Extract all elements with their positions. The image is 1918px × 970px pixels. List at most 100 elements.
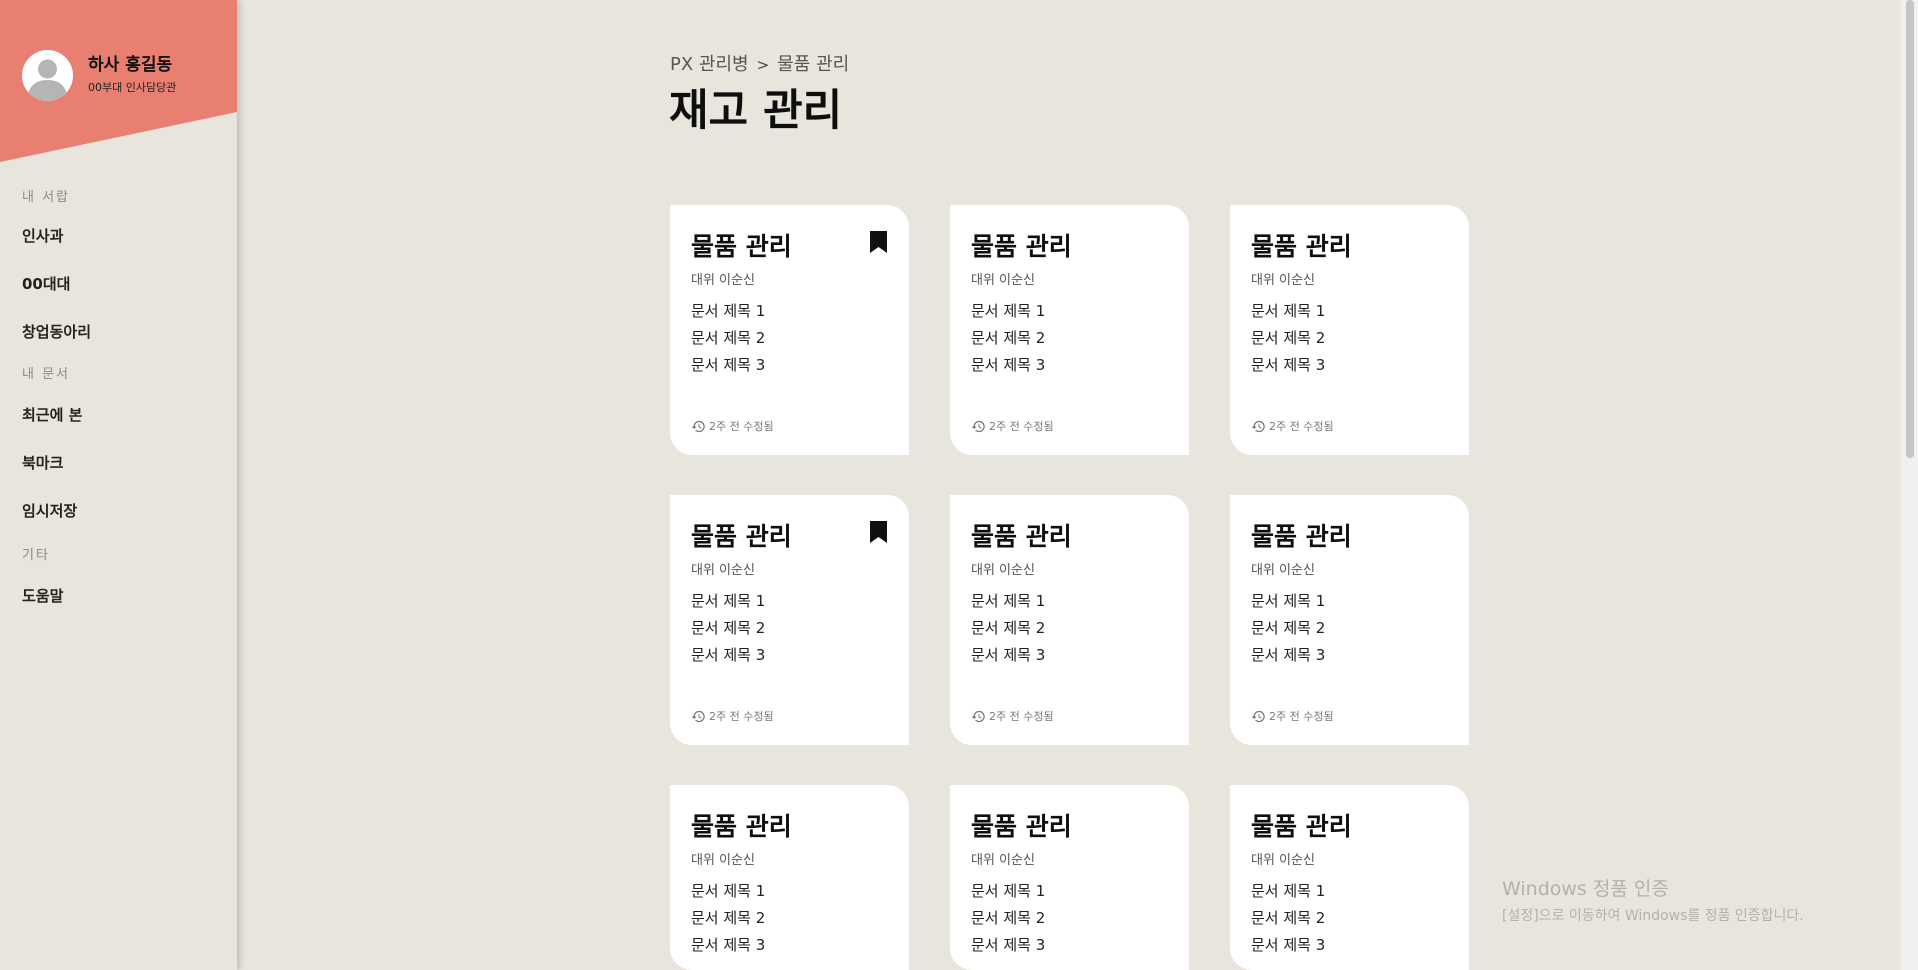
doc-link[interactable]: 문서 제목 2 [691, 615, 888, 642]
avatar[interactable] [22, 50, 73, 101]
doc-link[interactable]: 문서 제목 3 [1251, 642, 1448, 669]
card-title: 물품 관리 [1251, 232, 1352, 261]
doc-link[interactable]: 문서 제목 2 [691, 325, 888, 352]
doc-link[interactable]: 문서 제목 3 [1251, 932, 1448, 959]
bookmark-icon[interactable] [870, 231, 887, 253]
doc-link[interactable]: 문서 제목 2 [971, 905, 1168, 932]
sidebar-item-label: 인사과 [22, 227, 64, 245]
card-author: 대위 이순신 [691, 273, 755, 288]
doc-link[interactable]: 문서 제목 3 [691, 642, 888, 669]
sidebar-nav: 내 서랍 인사과 00대대 창업동아리 내 문서 최근에 본 북마크 임시저장 … [22, 186, 237, 634]
card-doc-list: 문서 제목 1 문서 제목 2 문서 제목 3 [1251, 878, 1448, 959]
doc-link[interactable]: 문서 제목 2 [1251, 615, 1448, 642]
doc-link[interactable]: 문서 제목 3 [971, 642, 1168, 669]
sidebar-item-label: 최근에 본 [22, 406, 83, 424]
card-author: 대위 이순신 [1251, 853, 1315, 868]
breadcrumb-parent[interactable]: PX 관리병 [670, 54, 749, 75]
card-modified: 2주 전 수정됨 [691, 708, 774, 724]
doc-link[interactable]: 문서 제목 2 [1251, 905, 1448, 932]
nav-section-title: 내 문서 [22, 367, 71, 382]
sidebar-item-label: 창업동아리 [22, 323, 92, 341]
card-title: 물품 관리 [691, 522, 792, 551]
card-author: 대위 이순신 [971, 273, 1035, 288]
history-icon [971, 420, 985, 432]
windows-activation-watermark: Windows 정품 인증 [설정]으로 이동하여 Windows를 정품 인증… [1502, 874, 1804, 925]
doc-link[interactable]: 문서 제목 2 [971, 325, 1168, 352]
doc-link[interactable]: 문서 제목 3 [971, 932, 1168, 959]
folder-card[interactable]: 물품 관리 대위 이순신 문서 제목 1 문서 제목 2 문서 제목 3 2주 … [670, 205, 909, 455]
card-modified-text: 2주 전 수정됨 [709, 710, 774, 723]
doc-link[interactable]: 문서 제목 1 [691, 878, 888, 905]
card-title: 물품 관리 [691, 812, 792, 841]
sidebar-item-help[interactable]: 도움말 [22, 586, 237, 634]
card-modified-text: 2주 전 수정됨 [1269, 420, 1334, 433]
folder-card[interactable]: 물품 관리 대위 이순신 문서 제목 1 문서 제목 2 문서 제목 3 [670, 785, 909, 970]
page-title: 재고 관리 [669, 86, 843, 136]
folder-card[interactable]: 물품 관리 대위 이순신 문서 제목 1 문서 제목 2 문서 제목 3 2주 … [670, 495, 909, 745]
sidebar-item-drafts[interactable]: 임시저장 [22, 501, 237, 544]
card-modified-text: 2주 전 수정됨 [989, 420, 1054, 433]
doc-link[interactable]: 문서 제목 3 [971, 352, 1168, 379]
doc-link[interactable]: 문서 제목 1 [971, 878, 1168, 905]
sidebar-item-label: 00대대 [22, 275, 71, 293]
sidebar-item-label: 도움말 [22, 587, 64, 605]
sidebar-item-recent[interactable]: 최근에 본 [22, 405, 237, 453]
history-icon [691, 710, 705, 722]
card-doc-list: 문서 제목 1 문서 제목 2 문서 제목 3 [691, 588, 888, 669]
history-icon [691, 420, 705, 432]
card-author: 대위 이순신 [1251, 563, 1315, 578]
card-doc-list: 문서 제목 1 문서 제목 2 문서 제목 3 [691, 298, 888, 379]
nav-section-title: 내 서랍 [22, 190, 71, 205]
doc-link[interactable]: 문서 제목 1 [691, 588, 888, 615]
history-icon [1251, 710, 1265, 722]
sidebar-item-bookmarks[interactable]: 북마크 [22, 453, 237, 501]
card-doc-list: 문서 제목 1 문서 제목 2 문서 제목 3 [971, 878, 1168, 959]
card-modified-text: 2주 전 수정됨 [1269, 710, 1334, 723]
breadcrumb-current[interactable]: 물품 관리 [777, 54, 849, 75]
folder-card[interactable]: 물품 관리 대위 이순신 문서 제목 1 문서 제목 2 문서 제목 3 2주 … [950, 205, 1189, 455]
card-author: 대위 이순신 [971, 853, 1035, 868]
card-modified: 2주 전 수정됨 [971, 418, 1054, 434]
history-icon [1251, 420, 1265, 432]
card-author: 대위 이순신 [691, 563, 755, 578]
scrollbar-thumb[interactable] [1906, 0, 1914, 458]
breadcrumb: PX 관리병 > 물품 관리 [670, 50, 849, 76]
doc-link[interactable]: 문서 제목 1 [691, 298, 888, 325]
doc-link[interactable]: 문서 제목 2 [971, 615, 1168, 642]
card-modified: 2주 전 수정됨 [691, 418, 774, 434]
page-scrollbar[interactable] [1901, 0, 1918, 970]
breadcrumb-separator: > [756, 56, 770, 74]
card-author: 대위 이순신 [971, 563, 1035, 578]
doc-link[interactable]: 문서 제목 1 [1251, 878, 1448, 905]
card-doc-list: 문서 제목 1 문서 제목 2 문서 제목 3 [971, 298, 1168, 379]
card-title: 물품 관리 [1251, 522, 1352, 551]
sidebar-item-personnel[interactable]: 인사과 [22, 226, 237, 274]
card-modified-text: 2주 전 수정됨 [989, 710, 1054, 723]
doc-link[interactable]: 문서 제목 1 [971, 588, 1168, 615]
sidebar-item-battalion[interactable]: 00대대 [22, 274, 237, 322]
card-doc-list: 문서 제목 1 문서 제목 2 문서 제목 3 [971, 588, 1168, 669]
sidebar-item-label: 북마크 [22, 454, 64, 472]
doc-link[interactable]: 문서 제목 2 [1251, 325, 1448, 352]
folder-card[interactable]: 물품 관리 대위 이순신 문서 제목 1 문서 제목 2 문서 제목 3 2주 … [1230, 205, 1469, 455]
sidebar-item-startup-club[interactable]: 창업동아리 [22, 322, 237, 363]
card-doc-list: 문서 제목 1 문서 제목 2 문서 제목 3 [691, 878, 888, 959]
sidebar-item-label: 임시저장 [22, 502, 78, 520]
folder-card[interactable]: 물품 관리 대위 이순신 문서 제목 1 문서 제목 2 문서 제목 3 2주 … [950, 495, 1189, 745]
doc-link[interactable]: 문서 제목 1 [1251, 298, 1448, 325]
card-modified-text: 2주 전 수정됨 [709, 420, 774, 433]
watermark-title: Windows 정품 인증 [1502, 878, 1669, 900]
folder-card[interactable]: 물품 관리 대위 이순신 문서 제목 1 문서 제목 2 문서 제목 3 2주 … [1230, 495, 1469, 745]
doc-link[interactable]: 문서 제목 1 [971, 298, 1168, 325]
doc-link[interactable]: 문서 제목 3 [1251, 352, 1448, 379]
card-title: 물품 관리 [971, 232, 1072, 261]
folder-card[interactable]: 물품 관리 대위 이순신 문서 제목 1 문서 제목 2 문서 제목 3 [950, 785, 1189, 970]
sidebar: 하사 홍길동 00부대 인사담당관 내 서랍 인사과 00대대 창업동아리 내 … [0, 0, 237, 970]
folder-card[interactable]: 물품 관리 대위 이순신 문서 제목 1 문서 제목 2 문서 제목 3 [1230, 785, 1469, 970]
bookmark-icon[interactable] [870, 521, 887, 543]
doc-link[interactable]: 문서 제목 3 [691, 352, 888, 379]
doc-link[interactable]: 문서 제목 2 [691, 905, 888, 932]
doc-link[interactable]: 문서 제목 3 [691, 932, 888, 959]
card-author: 대위 이순신 [1251, 273, 1315, 288]
doc-link[interactable]: 문서 제목 1 [1251, 588, 1448, 615]
